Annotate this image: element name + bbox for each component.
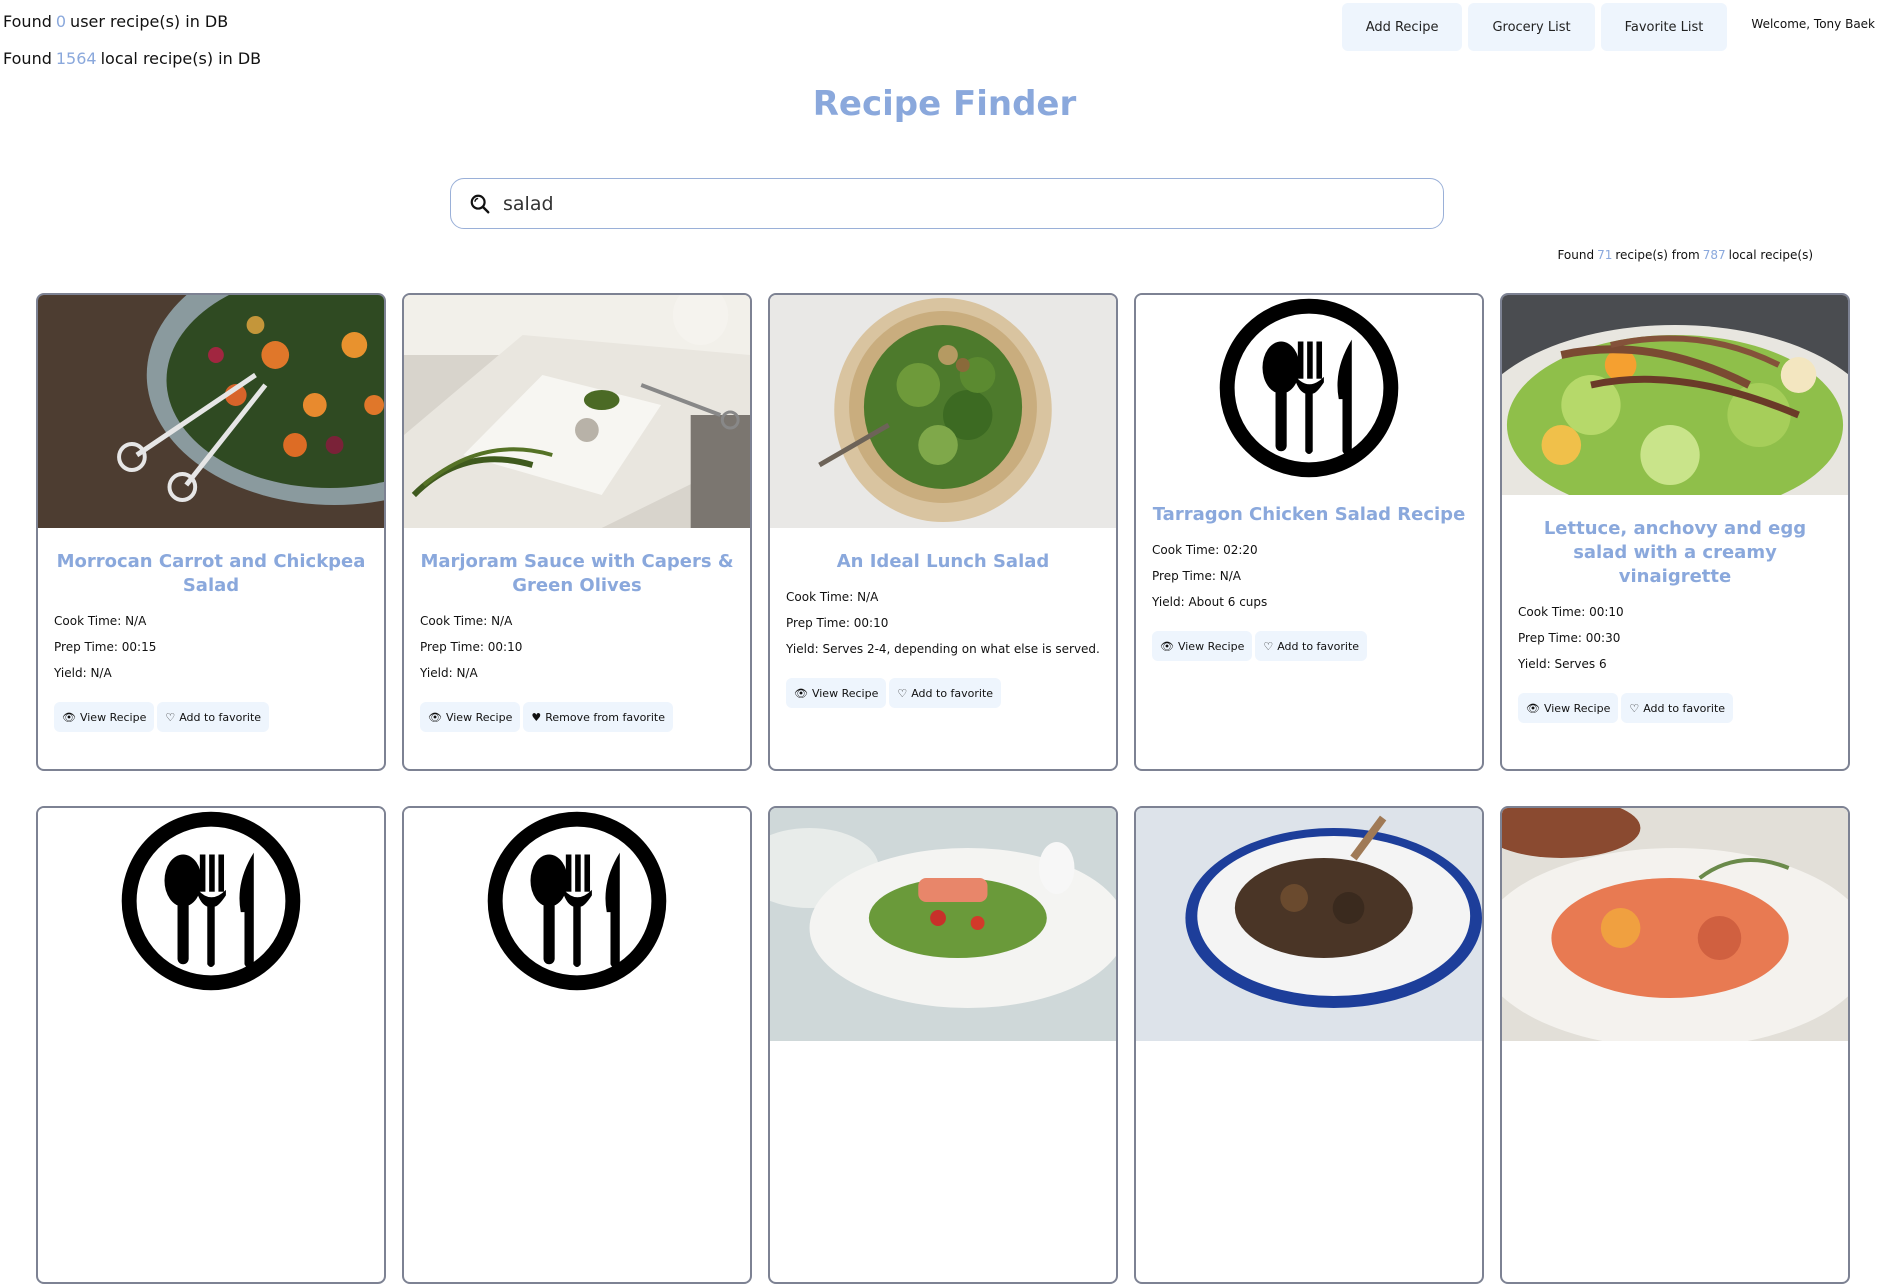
prep-time-value: 00:30 bbox=[1585, 631, 1621, 645]
prep-time-value: 00:10 bbox=[487, 640, 523, 654]
cook-time-value: 02:20 bbox=[1223, 543, 1258, 557]
view-recipe-button[interactable]: 👁︎ View Recipe bbox=[1152, 631, 1253, 661]
grocery-list-button[interactable]: Grocery List bbox=[1468, 3, 1595, 51]
heart-outline-icon: ♡ bbox=[165, 710, 176, 724]
prep-time-value: 00:10 bbox=[853, 616, 889, 630]
smoked-salmon-plate-photo bbox=[1502, 808, 1848, 1041]
recipe-meta: Cook Time: N/A Prep Time: 00:15 Yield: N… bbox=[54, 614, 157, 680]
search-bar bbox=[450, 178, 1444, 229]
recipe-card bbox=[402, 806, 752, 1284]
recipe-title[interactable]: Tarragon Chicken Salad Recipe bbox=[1150, 503, 1468, 527]
carrot-salad-photo bbox=[38, 295, 384, 528]
recipe-card bbox=[1500, 806, 1850, 1284]
view-recipe-button[interactable]: 👁︎ View Recipe bbox=[54, 702, 155, 732]
green-salad-bowl-photo bbox=[770, 295, 1116, 528]
local-count-value: 1564 bbox=[55, 49, 97, 68]
recipe-card bbox=[1134, 806, 1484, 1284]
view-recipe-button[interactable]: 👁︎ View Recipe bbox=[786, 678, 887, 708]
view-recipe-button[interactable]: 👁︎ View Recipe bbox=[420, 702, 521, 732]
recipe-card bbox=[768, 806, 1118, 1284]
local-recipe-count: Found 1564 local recipe(s) in DB bbox=[3, 49, 262, 68]
recipe-meta: Cook Time: N/A Prep Time: 00:10 Yield: S… bbox=[786, 590, 1100, 656]
yield-value: About 6 cups bbox=[1188, 595, 1268, 609]
add-favorite-button[interactable]: ♡ Add to favorite bbox=[1255, 631, 1368, 661]
recipe-meta: Cook Time: 02:20 Prep Time: N/A Yield: A… bbox=[1152, 543, 1268, 609]
add-favorite-button[interactable]: ♡ Add to favorite bbox=[157, 702, 270, 732]
add-recipe-button[interactable]: Add Recipe bbox=[1341, 3, 1463, 51]
yield-value: Serves 2-4, depending on what else is se… bbox=[822, 642, 1100, 656]
yield-value: N/A bbox=[456, 666, 478, 680]
anchovy-salad-photo bbox=[1502, 295, 1848, 495]
yield-value: N/A bbox=[90, 666, 112, 680]
favorite-list-button[interactable]: Favorite List bbox=[1600, 3, 1728, 51]
recipe-title[interactable]: Lettuce, anchovy and egg salad with a cr… bbox=[1516, 517, 1834, 589]
recipe-card: An Ideal Lunch Salad Cook Time: N/A Prep… bbox=[768, 293, 1118, 771]
recipe-card: Lettuce, anchovy and egg salad with a cr… bbox=[1500, 293, 1850, 771]
utensils-placeholder-icon bbox=[118, 808, 304, 994]
heart-outline-icon: ♡ bbox=[1629, 701, 1640, 715]
add-favorite-button[interactable]: ♡ Add to favorite bbox=[1621, 693, 1734, 723]
user-count-value: 0 bbox=[55, 12, 67, 31]
recipe-title[interactable]: An Ideal Lunch Salad bbox=[784, 550, 1102, 574]
recipe-card: Morrocan Carrot and Chickpea Salad Cook … bbox=[36, 293, 386, 771]
cook-time-value: 00:10 bbox=[1589, 605, 1624, 619]
welcome-text: Welcome, Tony Baek bbox=[1751, 17, 1875, 31]
recipe-title[interactable]: Marjoram Sauce with Capers & Green Olive… bbox=[418, 550, 736, 598]
eye-icon: 👁︎ bbox=[62, 710, 76, 724]
utensils-placeholder-icon bbox=[484, 808, 670, 994]
recipe-meta: Cook Time: N/A Prep Time: 00:10 Yield: N… bbox=[420, 614, 523, 680]
lamb-chops-photo bbox=[1136, 808, 1482, 1041]
recipe-card: Marjoram Sauce with Capers & Green Olive… bbox=[402, 293, 752, 771]
eye-icon: 👁︎ bbox=[1526, 701, 1540, 715]
page-title: Recipe Finder bbox=[812, 84, 1077, 124]
yield-value: Serves 6 bbox=[1554, 657, 1607, 671]
remove-favorite-button[interactable]: ♥ Remove from favorite bbox=[523, 702, 673, 732]
herbs-photo bbox=[404, 295, 750, 528]
search-input[interactable] bbox=[501, 191, 1443, 216]
cook-time-value: N/A bbox=[125, 614, 147, 628]
recipe-meta: Cook Time: 00:10 Prep Time: 00:30 Yield:… bbox=[1518, 605, 1624, 671]
top-nav: Add Recipe Grocery List Favorite List We… bbox=[1341, 3, 1881, 51]
eye-icon: 👁︎ bbox=[794, 686, 808, 700]
prep-time-value: 00:15 bbox=[121, 640, 157, 654]
eye-icon: 👁︎ bbox=[1160, 639, 1174, 653]
cook-time-value: N/A bbox=[857, 590, 879, 604]
recipe-title[interactable]: Morrocan Carrot and Chickpea Salad bbox=[52, 550, 370, 598]
prep-time-value: N/A bbox=[1219, 569, 1241, 583]
search-icon bbox=[470, 194, 490, 213]
eye-icon: 👁︎ bbox=[428, 710, 442, 724]
view-recipe-button[interactable]: 👁︎ View Recipe bbox=[1518, 693, 1619, 723]
cook-time-value: N/A bbox=[491, 614, 513, 628]
recipe-card bbox=[36, 806, 386, 1284]
user-recipe-count: Found 0 user recipe(s) in DB bbox=[3, 12, 229, 31]
heart-filled-icon: ♥ bbox=[531, 710, 542, 724]
heart-outline-icon: ♡ bbox=[1263, 639, 1274, 653]
salmon-salad-photo bbox=[770, 808, 1116, 1041]
add-favorite-button[interactable]: ♡ Add to favorite bbox=[889, 678, 1002, 708]
utensils-placeholder-icon bbox=[1216, 295, 1402, 481]
heart-outline-icon: ♡ bbox=[897, 686, 908, 700]
results-summary: Found 71 recipe(s) from 787 local recipe(s) bbox=[1557, 248, 1813, 262]
results-total: 787 bbox=[1702, 248, 1726, 262]
recipe-card: Tarragon Chicken Salad Recipe Cook Time:… bbox=[1134, 293, 1484, 771]
results-count: 71 bbox=[1597, 248, 1613, 262]
